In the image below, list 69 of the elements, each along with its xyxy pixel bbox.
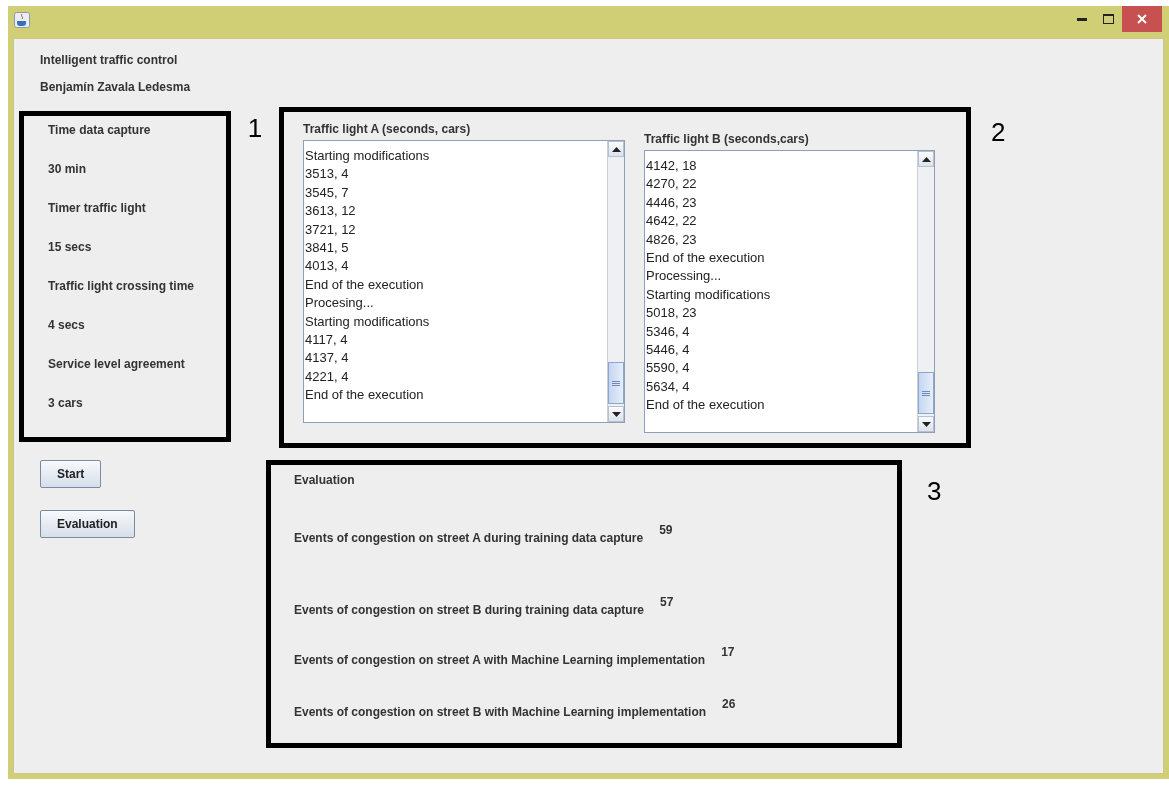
- annotation-number: 1: [246, 113, 264, 144]
- setting-text: Service level agreement: [48, 357, 186, 372]
- scroll-bar[interactable]: [917, 151, 934, 432]
- evaluation-label: Events of congestion on street A during training data capture: [294, 530, 644, 545]
- coffee-cup-icon: [14, 12, 30, 28]
- evaluation-value: 17: [721, 645, 735, 659]
- grip-icon: [612, 380, 620, 386]
- log-line: 3721, 12: [305, 220, 357, 239]
- log-line: 4137, 4: [305, 349, 350, 368]
- minimize-icon: [1076, 17, 1087, 21]
- maximize-icon: [1103, 14, 1114, 24]
- log-line: 3841, 5: [305, 239, 350, 258]
- log-line: 4446, 23: [646, 193, 698, 212]
- log-line: End of the execution: [305, 275, 425, 294]
- list-label: Traffic light A (seconds, cars): [303, 122, 472, 136]
- start-button[interactable]: Start: [40, 460, 102, 488]
- evaluation-value: 26: [722, 697, 736, 711]
- log-list[interactable]: 4142, 18 4270, 22 4446, 23 4642, 22 4826, 23 End of the execution Processing... Starting modifications 5018, 23 5346, 4 5446, 4 5590, 4 5634, 4 End of the execution: [644, 150, 935, 433]
- log-line: Processing...: [646, 267, 723, 286]
- log-line: Starting modifications: [646, 285, 772, 304]
- scroll-up-icon[interactable]: [921, 156, 931, 162]
- log-line: 5346, 4: [646, 322, 691, 341]
- log-line: 4117, 4: [305, 331, 349, 350]
- log-line: 3545, 7: [305, 183, 350, 202]
- log-line: 5590, 4: [646, 359, 691, 378]
- log-line: End of the execution: [646, 249, 766, 268]
- scroll-down-icon[interactable]: [611, 411, 621, 417]
- scroll-up-icon[interactable]: [611, 146, 621, 152]
- evaluation-value: 57: [660, 595, 674, 609]
- setting-text: 30 min: [48, 162, 87, 177]
- close-icon: [1137, 14, 1147, 24]
- log-line: 5634, 4: [646, 377, 691, 396]
- setting-text: 3 cars: [48, 396, 84, 411]
- annotation-number: 2: [991, 117, 1006, 148]
- log-line: 5446, 4: [646, 341, 691, 360]
- setting-text: Time data capture: [48, 123, 152, 138]
- grip-icon: [922, 390, 930, 396]
- log-line: 4013, 4: [305, 257, 350, 276]
- log-line: 3513, 4: [305, 165, 350, 184]
- evaluation-value: 59: [659, 523, 673, 537]
- close-button[interactable]: [1122, 6, 1162, 32]
- scroll-down-icon[interactable]: [921, 421, 931, 427]
- evaluation-label: Events of congestion on street A with Machine Learning implementation: [294, 652, 706, 667]
- evaluation-button[interactable]: Evaluation: [40, 510, 135, 538]
- evaluation-label: Events of congestion on street B during training data capture: [294, 602, 645, 617]
- log-line: Starting modifications: [305, 312, 431, 331]
- log-list[interactable]: Starting modifications 3513, 4 3545, 7 3613, 12 3721, 12 3841, 5 4013, 4 End of the execution Procesing... Starting modifications 4117, 4 4137, 4 4221, 4 End of the execution: [303, 140, 625, 423]
- log-line: Starting modifications: [305, 147, 431, 165]
- setting-text: Timer traffic light: [48, 201, 147, 216]
- list-label: Traffic light B (seconds,cars): [644, 132, 810, 146]
- app-title: Intelligent traffic control: [40, 53, 179, 67]
- log-line: 4221, 4: [305, 367, 350, 386]
- log-line: Procesing...: [305, 294, 375, 313]
- annotation-number: 3: [927, 476, 942, 507]
- log-line: 4270, 22: [646, 175, 698, 194]
- setting-text: 4 secs: [48, 318, 86, 333]
- author-name: Benjamín Zavala Ledesma: [40, 80, 192, 94]
- log-line: 3613, 12: [305, 202, 357, 221]
- log-line: 4826, 23: [646, 230, 698, 249]
- log-line: End of the execution: [646, 396, 766, 415]
- log-line: 4142, 18: [646, 157, 698, 175]
- scroll-bar[interactable]: [607, 141, 624, 422]
- evaluation-title: Evaluation: [294, 473, 356, 487]
- log-line: 5018, 23: [646, 304, 698, 323]
- evaluation-label: Events of congestion on street B with Machine Learning implementation: [294, 704, 707, 719]
- log-line: 4642, 22: [646, 212, 698, 231]
- setting-text: Traffic light crossing time: [48, 279, 196, 294]
- log-line: End of the execution: [305, 386, 425, 405]
- setting-text: 15 secs: [48, 240, 93, 255]
